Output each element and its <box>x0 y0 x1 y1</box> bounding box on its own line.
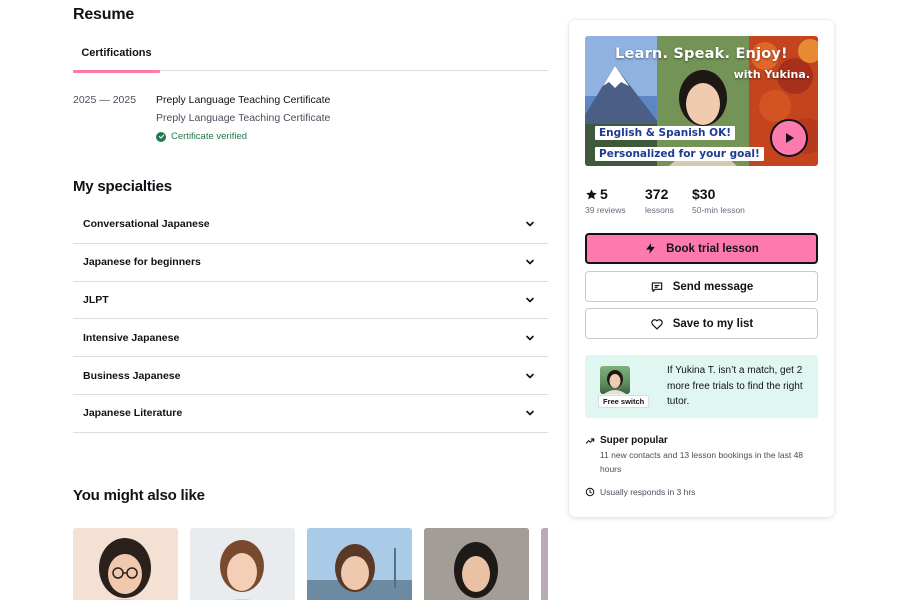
stat-price: $30 50-min lesson <box>692 186 745 215</box>
video-title: Learn. Speak. Enjoy! <box>615 46 788 62</box>
chevron-down-icon <box>524 256 536 268</box>
specialty-item-conversational-japanese[interactable]: Conversational Japanese <box>73 206 548 244</box>
chevron-down-icon <box>524 294 536 306</box>
price-value: $30 <box>692 186 716 202</box>
specialties-list: Conversational Japanese Japanese for beg… <box>73 206 548 433</box>
specialty-item-japanese-for-beginners[interactable]: Japanese for beginners <box>73 244 548 282</box>
lessons-label: lessons <box>645 205 674 215</box>
tutor-photo-3 <box>307 528 412 600</box>
tutor-avatar-thumbnail <box>600 366 630 394</box>
lessons-value: 372 <box>645 186 669 202</box>
super-popular-section: Super popular 11 new contacts and 13 les… <box>585 435 818 476</box>
video-subtitle: with Yukina. <box>733 68 810 81</box>
send-message-label: Send message <box>672 280 754 293</box>
free-switch-banner: Free switch If Yukina T. isn’t a match, … <box>585 355 818 418</box>
video-tag-personalized: Personalized for your goal! <box>595 147 764 161</box>
certificate-verified-label: Certificate verified <box>171 131 248 142</box>
specialty-label: Japanese for beginners <box>83 256 201 269</box>
free-switch-text: If Yukina T. isn’t a match, get 2 more f… <box>667 365 803 407</box>
certification-years: 2025 — 2025 <box>73 94 137 106</box>
specialty-label: Conversational Japanese <box>83 218 210 231</box>
tutor-stats: 5 39 reviews 372 lessons $30 50-min less… <box>585 186 818 218</box>
star-icon <box>585 188 598 201</box>
play-icon <box>782 131 796 145</box>
chevron-down-icon <box>524 407 536 419</box>
response-time: Usually responds in 3 hrs <box>585 487 695 497</box>
specialty-label: Japanese Literature <box>83 407 183 420</box>
specialty-item-japanese-literature[interactable]: Japanese Literature <box>73 395 548 433</box>
video-tag-languages: English & Spanish OK! <box>595 126 736 140</box>
certification-description: Preply Language Teaching Certificate <box>156 112 331 124</box>
specialty-item-intensive-japanese[interactable]: Intensive Japanese <box>73 319 548 358</box>
book-trial-lesson-label: Book trial lesson <box>666 242 759 255</box>
resume-title: Resume <box>73 6 135 23</box>
specialty-label: JLPT <box>83 293 109 306</box>
price-label: 50-min lesson <box>692 205 745 215</box>
chevron-down-icon <box>524 332 536 344</box>
save-to-list-label: Save to my list <box>672 317 754 330</box>
tutor-card-5[interactable] <box>541 528 548 600</box>
tutor-photo-2 <box>190 528 295 600</box>
trending-icon <box>585 436 595 446</box>
super-popular-title: Super popular <box>600 435 668 446</box>
resume-tab-bar: Certifications <box>73 34 548 73</box>
specialty-item-business-japanese[interactable]: Business Japanese <box>73 357 548 395</box>
message-icon <box>650 280 664 294</box>
reviews-count[interactable]: 39 reviews <box>585 205 626 215</box>
chevron-down-icon <box>524 370 536 382</box>
clock-icon <box>585 487 595 497</box>
recommended-tutors-row <box>73 528 548 600</box>
play-button[interactable] <box>770 119 808 157</box>
you-might-also-like-title: You might also like <box>73 487 205 504</box>
tutor-summary-card: Learn. Speak. Enjoy! with Yukina. Englis… <box>569 20 834 517</box>
certification-name: Preply Language Teaching Certificate <box>156 94 331 106</box>
intro-video[interactable]: Learn. Speak. Enjoy! with Yukina. Englis… <box>585 36 818 166</box>
send-message-button[interactable]: Send message <box>585 271 818 302</box>
tutor-photo-1 <box>73 528 178 600</box>
tutor-card-2[interactable] <box>190 528 295 600</box>
chevron-down-icon <box>524 218 536 230</box>
specialty-label: Intensive Japanese <box>83 331 180 344</box>
tutor-photo-4 <box>424 528 529 600</box>
stat-lessons: 372 lessons <box>645 186 674 215</box>
tab-certifications[interactable]: Certifications <box>73 34 160 73</box>
free-switch-badge: Free switch <box>598 395 650 408</box>
specialties-title: My specialties <box>73 178 172 195</box>
rating-value: 5 <box>600 186 608 202</box>
tutor-card-3[interactable] <box>307 528 412 600</box>
tutor-card-4[interactable] <box>424 528 529 600</box>
lightning-icon <box>644 242 657 255</box>
tutor-card-1[interactable] <box>73 528 178 600</box>
save-to-list-button[interactable]: Save to my list <box>585 308 818 339</box>
book-trial-lesson-button[interactable]: Book trial lesson <box>585 233 818 264</box>
stat-rating: 5 39 reviews <box>585 186 626 215</box>
heart-icon <box>650 317 664 331</box>
specialty-label: Business Japanese <box>83 369 181 382</box>
super-popular-description: 11 new contacts and 13 lesson bookings i… <box>600 450 804 474</box>
check-circle-icon <box>156 131 166 142</box>
specialty-item-jlpt[interactable]: JLPT <box>73 282 548 320</box>
certificate-verified-badge: Certificate verified <box>156 131 247 142</box>
response-time-label: Usually responds in 3 hrs <box>600 487 696 497</box>
